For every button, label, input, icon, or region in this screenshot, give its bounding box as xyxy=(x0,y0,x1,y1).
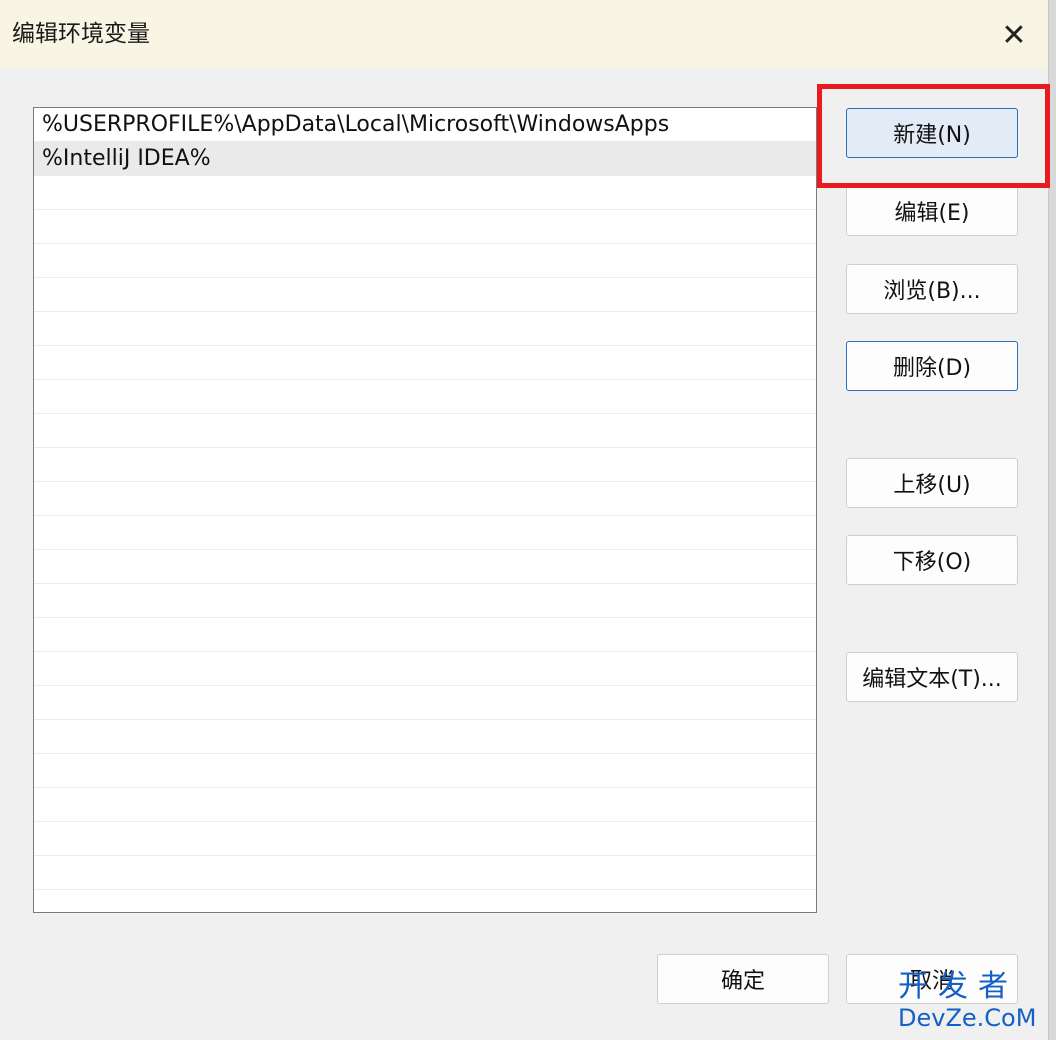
empty-row[interactable] xyxy=(34,584,816,618)
delete-button[interactable]: 删除(D) xyxy=(846,341,1018,391)
move-up-button[interactable]: 上移(U) xyxy=(846,458,1018,508)
empty-row[interactable] xyxy=(34,244,816,278)
empty-row[interactable] xyxy=(34,686,816,720)
empty-row[interactable] xyxy=(34,210,816,244)
empty-row[interactable] xyxy=(34,822,816,856)
edit-button[interactable]: 编辑(E) xyxy=(846,186,1018,236)
empty-row[interactable] xyxy=(34,482,816,516)
ok-button[interactable]: 确定 xyxy=(657,954,829,1004)
empty-row[interactable] xyxy=(34,176,816,210)
cancel-button[interactable]: 取消 xyxy=(846,954,1018,1004)
empty-row[interactable] xyxy=(34,618,816,652)
empty-row[interactable] xyxy=(34,856,816,890)
edit-text-button[interactable]: 编辑文本(T)... xyxy=(846,652,1018,702)
list-item-selected[interactable]: %IntelliJ IDEA% xyxy=(34,142,816,176)
empty-row[interactable] xyxy=(34,380,816,414)
empty-row[interactable] xyxy=(34,516,816,550)
empty-row[interactable] xyxy=(34,278,816,312)
highlight-annotation xyxy=(817,84,1050,188)
close-icon[interactable]: ✕ xyxy=(984,10,1044,60)
browse-button[interactable]: 浏览(B)... xyxy=(846,264,1018,314)
empty-row[interactable] xyxy=(34,550,816,584)
empty-row[interactable] xyxy=(34,414,816,448)
dialog-title: 编辑环境变量 xyxy=(12,21,150,47)
move-down-button[interactable]: 下移(O) xyxy=(846,535,1018,585)
empty-row[interactable] xyxy=(34,754,816,788)
empty-row[interactable] xyxy=(34,788,816,822)
empty-row[interactable] xyxy=(34,448,816,482)
empty-row[interactable] xyxy=(34,652,816,686)
title-bar: 编辑环境变量 ✕ xyxy=(0,0,1048,68)
path-entries-list[interactable]: %USERPROFILE%\AppData\Local\Microsoft\Wi… xyxy=(33,107,817,913)
empty-row[interactable] xyxy=(34,346,816,380)
empty-row[interactable] xyxy=(34,890,816,912)
empty-row[interactable] xyxy=(34,720,816,754)
list-item[interactable]: %USERPROFILE%\AppData\Local\Microsoft\Wi… xyxy=(34,108,816,142)
empty-row[interactable] xyxy=(34,312,816,346)
